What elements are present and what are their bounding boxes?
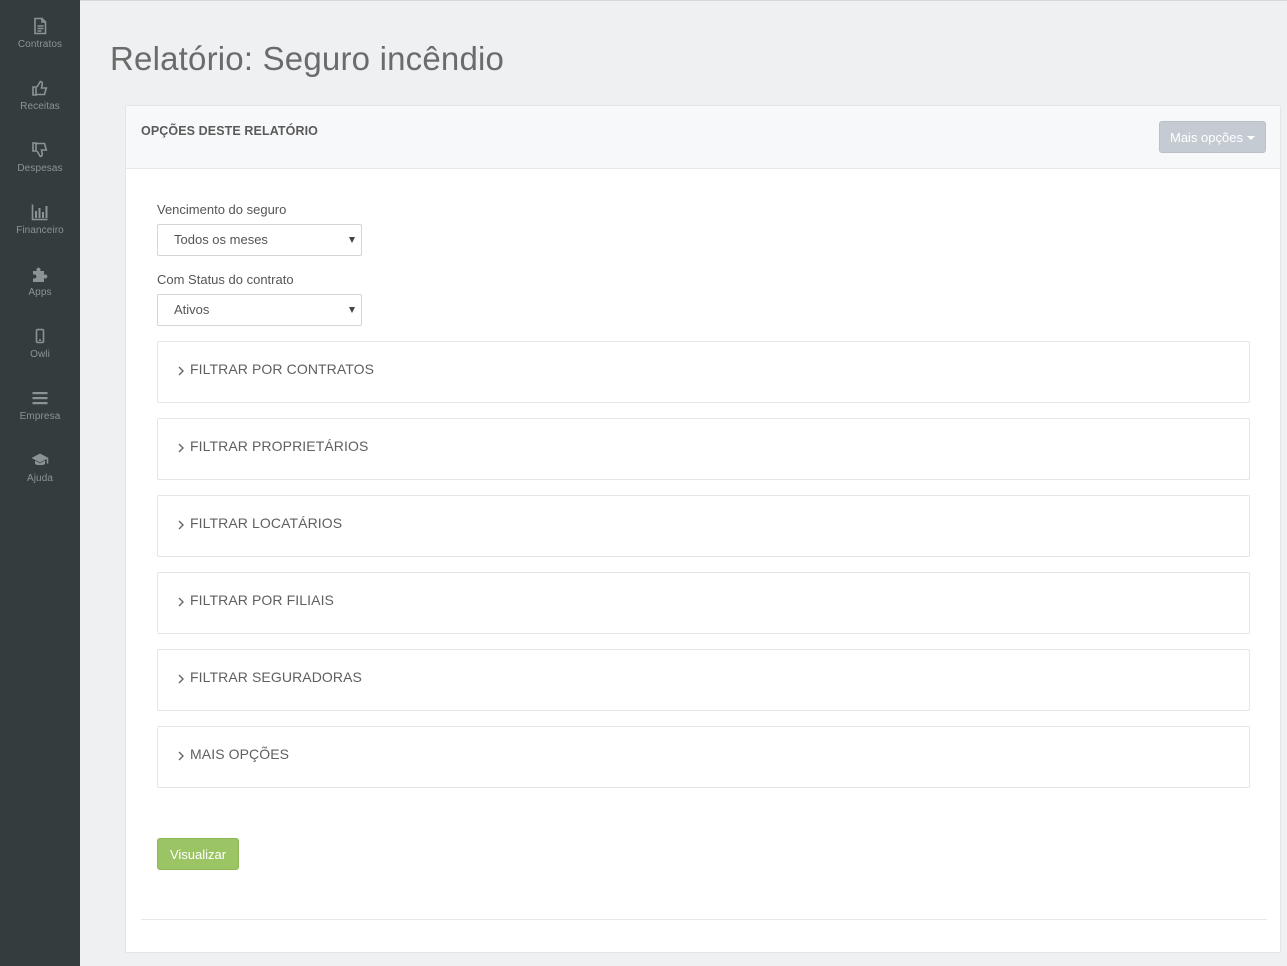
filter-insurers[interactable]: FILTRAR SEGURADORAS [157,649,1250,711]
more-options-button[interactable]: Mais opções [1159,121,1266,153]
contract-status-value: Ativos [174,302,210,317]
insurance-due-value: Todos os meses [174,232,268,247]
panel-heading: OPÇÕES DESTE RELATÓRIO Mais opções [126,106,1280,169]
sidebar-item-label: Owli [30,349,50,360]
filter-owners[interactable]: FILTRAR PROPRIETÁRIOS [157,418,1250,480]
sidebar-item-owli[interactable]: Owli [0,314,80,376]
sidebar-item-label: Ajuda [26,473,54,484]
sidebar-item-label: Empresa [19,411,61,422]
insurance-due-select[interactable]: Todos os meses [157,224,362,256]
thumbs-down-icon [30,140,50,160]
graduation-cap-icon [30,450,50,470]
sidebar-item-financeiro[interactable]: Financeiro [0,190,80,252]
chevron-right-icon [177,441,185,455]
puzzle-icon [30,264,50,284]
filter-label: FILTRAR LOCATÁRIOS [190,515,343,531]
sidebar-item-contratos[interactable]: Contratos [0,4,80,66]
divider [141,919,1267,920]
sidebar-item-ajuda[interactable]: Ajuda [0,438,80,500]
bar-chart-icon [30,202,50,222]
sidebar-item-receitas[interactable]: Receitas [0,66,80,128]
menu-icon [30,388,50,408]
top-divider [80,0,1287,1]
filter-label: FILTRAR POR FILIAIS [190,592,334,608]
document-icon [30,16,50,36]
chevron-right-icon [177,749,185,763]
dropdown-arrow-icon [349,307,355,313]
dropdown-arrow-icon [349,237,355,243]
filter-tenants[interactable]: FILTRAR LOCATÁRIOS [157,495,1250,557]
chevron-right-icon [177,672,185,686]
filter-branches[interactable]: FILTRAR POR FILIAIS [157,572,1250,634]
chevron-right-icon [177,364,185,378]
thumbs-up-icon [30,78,50,98]
filter-label: MAIS OPÇÕES [190,746,290,762]
report-options-panel: OPÇÕES DESTE RELATÓRIO Mais opções Venci… [125,105,1281,953]
filter-label: FILTRAR PROPRIETÁRIOS [190,438,369,454]
filter-contracts[interactable]: FILTRAR POR CONTRATOS [157,341,1250,403]
page-title: Relatório: Seguro incêndio [110,40,505,77]
sidebar-item-empresa[interactable]: Empresa [0,376,80,438]
mobile-icon [30,326,50,346]
sidebar-item-despesas[interactable]: Despesas [0,128,80,190]
sidebar-item-label: Apps [28,287,52,298]
caret-down-icon [1246,136,1255,140]
sidebar: Contratos Receitas Despesas Financeiro A… [0,0,80,966]
contract-status-label: Com Status do contrato [157,272,294,287]
more-options-label: Mais opções [1170,129,1243,145]
chevron-right-icon [177,595,185,609]
filter-more-options[interactable]: MAIS OPÇÕES [157,726,1250,788]
filter-label: FILTRAR POR CONTRATOS [190,361,375,377]
sidebar-item-label: Receitas [20,101,60,112]
sidebar-item-apps[interactable]: Apps [0,252,80,314]
sidebar-item-label: Contratos [17,39,63,50]
sidebar-item-label: Financeiro [16,225,64,236]
filter-label: FILTRAR SEGURADORAS [190,669,362,685]
chevron-right-icon [177,518,185,532]
visualize-button[interactable]: Visualizar [157,838,239,870]
panel-title: OPÇÕES DESTE RELATÓRIO [141,124,318,138]
sidebar-item-label: Despesas [17,163,63,174]
contract-status-select[interactable]: Ativos [157,294,362,326]
insurance-due-label: Vencimento do seguro [157,202,287,217]
